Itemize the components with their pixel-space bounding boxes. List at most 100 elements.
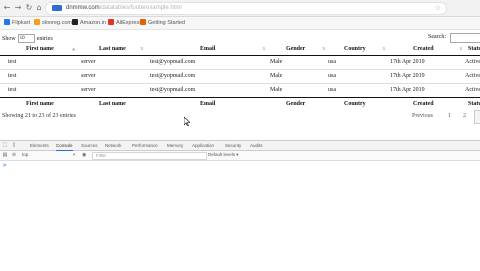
- bookmark-star-icon[interactable]: ☆: [435, 3, 441, 14]
- bookmark-getting-started[interactable]: Getting Started: [140, 17, 185, 29]
- console-filter-input[interactable]: Filter: [92, 152, 207, 160]
- cell-first-name: test: [8, 87, 17, 93]
- table-row: test server test@yopmail.com Male usa 17…: [0, 70, 480, 84]
- footer-status: Status: [468, 101, 480, 107]
- tab-audits[interactable]: Audits: [250, 141, 263, 150]
- aliexpress-favicon-icon: [108, 19, 114, 25]
- footer-country: Country: [344, 101, 366, 107]
- bookmarks-bar: Flipkart slooreg.com Amazon.in AliExpres…: [0, 17, 480, 30]
- entries-label: entries: [36, 35, 53, 42]
- length-control: Show 10 entries: [2, 34, 53, 43]
- next-button[interactable]: [474, 110, 480, 124]
- tab-memory[interactable]: Memory: [167, 141, 183, 150]
- home-icon[interactable]: ⌂: [34, 2, 44, 13]
- firefox-favicon-icon: [140, 19, 146, 25]
- page-1-button[interactable]: 1: [448, 113, 451, 119]
- cell-status: Active: [465, 59, 480, 65]
- header-created[interactable]: Created: [413, 43, 434, 55]
- cell-created: 17th Apr 2019: [390, 73, 425, 79]
- bookmark-aliexpress[interactable]: AliExpress: [108, 17, 142, 29]
- browser-toolbar: ← → ↻ ⌂ dnmmw.com/datatables/footerexamp…: [0, 0, 480, 17]
- footer-last-name: Last name: [99, 101, 126, 107]
- bookmark-slooreg[interactable]: slooreg.com: [34, 17, 72, 29]
- search-input[interactable]: [450, 33, 480, 43]
- tab-security[interactable]: Security: [225, 141, 241, 150]
- header-first-name[interactable]: First name: [26, 43, 54, 55]
- url-text[interactable]: dnmmw.com/datatables/footerexample.html: [66, 3, 182, 14]
- table-info: Showing 21 to 23 of 23 entries: [2, 113, 76, 119]
- sort-icon[interactable]: ⇅: [382, 43, 385, 55]
- clear-console-icon[interactable]: ⊘: [11, 152, 17, 158]
- bookmark-amazon[interactable]: Amazon.in: [72, 17, 106, 29]
- cell-created: 17th Apr 2019: [390, 59, 425, 65]
- cell-email: test@yopmail.com: [150, 59, 196, 65]
- log-levels-dropdown[interactable]: Default levels ▾: [208, 152, 239, 158]
- devtools-tabbar: ⬚ ▯ Elements Console Sources Network Per…: [0, 141, 480, 151]
- header-status[interactable]: Status: [468, 43, 480, 55]
- footer-created: Created: [413, 101, 434, 107]
- slooreg-favicon-icon: [34, 19, 40, 25]
- forward-icon[interactable]: →: [13, 2, 23, 13]
- mouse-cursor-icon: [184, 117, 190, 126]
- sort-icon[interactable]: ⇅: [322, 43, 325, 55]
- context-value: top: [22, 152, 29, 157]
- cell-last-name: server: [81, 59, 96, 65]
- inspect-element-icon[interactable]: ⬚: [2, 142, 8, 148]
- sidebar-toggle-icon[interactable]: ▤: [2, 152, 8, 158]
- show-label: Show: [2, 35, 16, 42]
- eye-icon[interactable]: ◉: [82, 152, 86, 158]
- tab-performance[interactable]: Performance: [132, 141, 158, 150]
- flipkart-favicon-icon: [4, 19, 10, 25]
- header-country[interactable]: Country: [344, 43, 366, 55]
- cell-last-name: server: [81, 87, 96, 93]
- footer-first-name: First name: [26, 101, 54, 107]
- header-gender[interactable]: Gender: [286, 43, 305, 55]
- data-table: First name ▲ Last name ⇅ Email ⇅ Gender …: [0, 43, 480, 110]
- entries-select[interactable]: 10: [17, 34, 35, 43]
- cell-created: 17th Apr 2019: [390, 87, 425, 93]
- amazon-favicon-icon: [72, 19, 78, 25]
- page-2-button[interactable]: 2: [463, 113, 466, 119]
- tab-console[interactable]: Console: [56, 141, 73, 151]
- bookmark-flipkart[interactable]: Flipkart: [4, 17, 30, 29]
- console-prompt[interactable]: >: [3, 162, 7, 169]
- sort-icon[interactable]: ⇅: [262, 43, 265, 55]
- table-footer-row: First name Last name Email Gender Countr…: [0, 97, 480, 110]
- search-label: Search:: [428, 34, 446, 40]
- chevron-down-icon: ▼: [72, 152, 76, 157]
- previous-button[interactable]: Previous: [412, 113, 433, 119]
- tab-application[interactable]: Application: [192, 141, 214, 150]
- sort-icon[interactable]: ⇅: [459, 43, 462, 55]
- footer-gender: Gender: [286, 101, 306, 107]
- cell-email: test@yopmail.com: [150, 87, 196, 93]
- header-last-name[interactable]: Last name: [99, 43, 126, 55]
- table-body: test server test@yopmail.com Male usa 17…: [0, 56, 480, 97]
- cell-status: Active: [465, 87, 480, 93]
- context-select[interactable]: top ▼: [22, 152, 76, 158]
- sort-asc-icon[interactable]: ▲: [72, 43, 75, 55]
- back-icon[interactable]: ←: [2, 2, 12, 13]
- cell-country: usa: [328, 87, 336, 93]
- cell-email: test@yopmail.com: [150, 73, 196, 79]
- header-email[interactable]: Email: [200, 43, 215, 55]
- devtools-panel: ⬚ ▯ Elements Console Sources Network Per…: [0, 140, 480, 271]
- footer-email: Email: [200, 101, 216, 107]
- device-toolbar-icon[interactable]: ▯: [11, 142, 17, 148]
- site-info-icon[interactable]: [52, 5, 62, 11]
- tab-elements[interactable]: Elements: [30, 141, 49, 150]
- address-bar[interactable]: dnmmw.com/datatables/footerexample.html …: [45, 2, 447, 15]
- console-toolbar: ▤ ⊘ top ▼ ◉ Filter Default levels ▾: [0, 151, 480, 161]
- table-row: test server test@yopmail.com Male usa 17…: [0, 84, 480, 97]
- cell-status: Active: [465, 73, 480, 79]
- table-header-row: First name ▲ Last name ⇅ Email ⇅ Gender …: [0, 43, 480, 56]
- tab-sources[interactable]: Sources: [81, 141, 98, 150]
- cell-country: usa: [328, 73, 336, 79]
- cell-first-name: test: [8, 59, 17, 65]
- cell-gender: Male: [270, 73, 283, 79]
- cell-gender: Male: [270, 87, 283, 93]
- reload-icon[interactable]: ↻: [24, 2, 34, 13]
- cell-last-name: server: [81, 73, 96, 79]
- cell-gender: Male: [270, 59, 283, 65]
- tab-network[interactable]: Network: [105, 141, 122, 150]
- sort-icon[interactable]: ⇅: [140, 43, 143, 55]
